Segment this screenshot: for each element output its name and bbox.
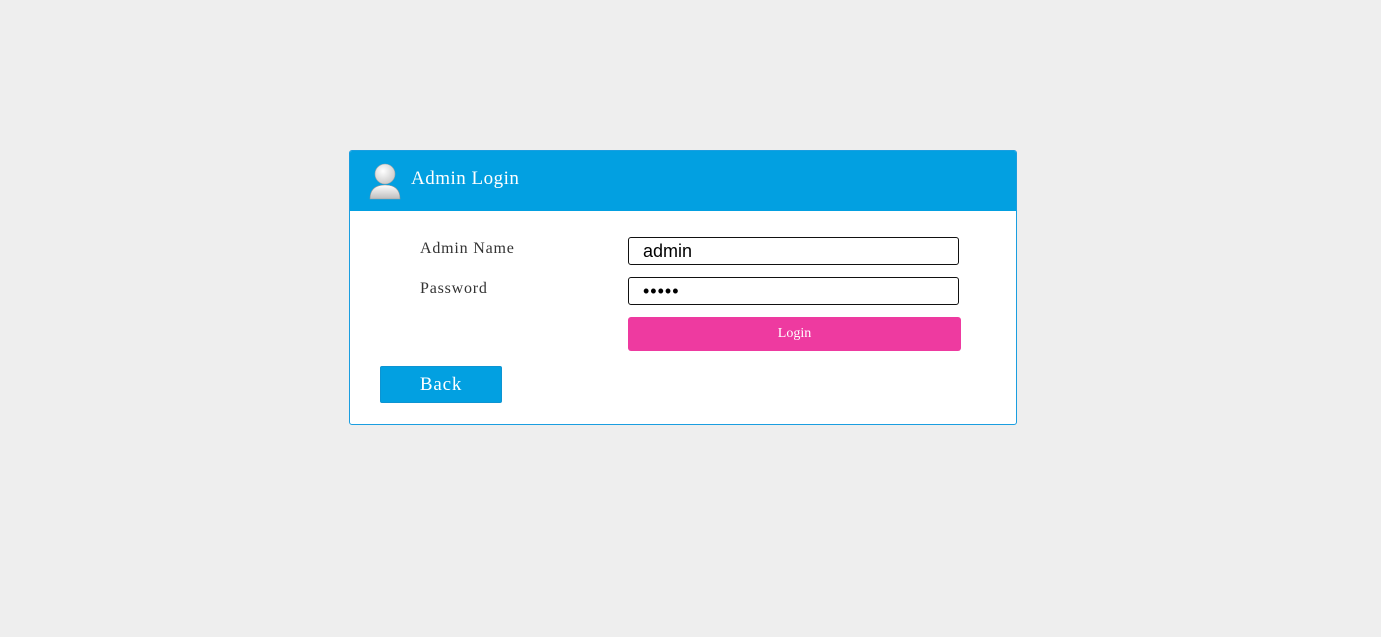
password-input[interactable] [628, 277, 959, 305]
login-button[interactable]: Login [628, 317, 961, 351]
password-label: Password [420, 280, 488, 297]
back-button[interactable]: Back [380, 366, 502, 403]
panel-header: Admin Login [350, 151, 1016, 211]
user-avatar-icon [369, 163, 401, 200]
admin-login-panel: Admin Login Admin Name Password Login Ba… [349, 150, 1017, 425]
admin-name-input[interactable] [628, 237, 959, 265]
admin-name-label: Admin Name [420, 240, 515, 257]
page-title: Admin Login [411, 168, 520, 189]
